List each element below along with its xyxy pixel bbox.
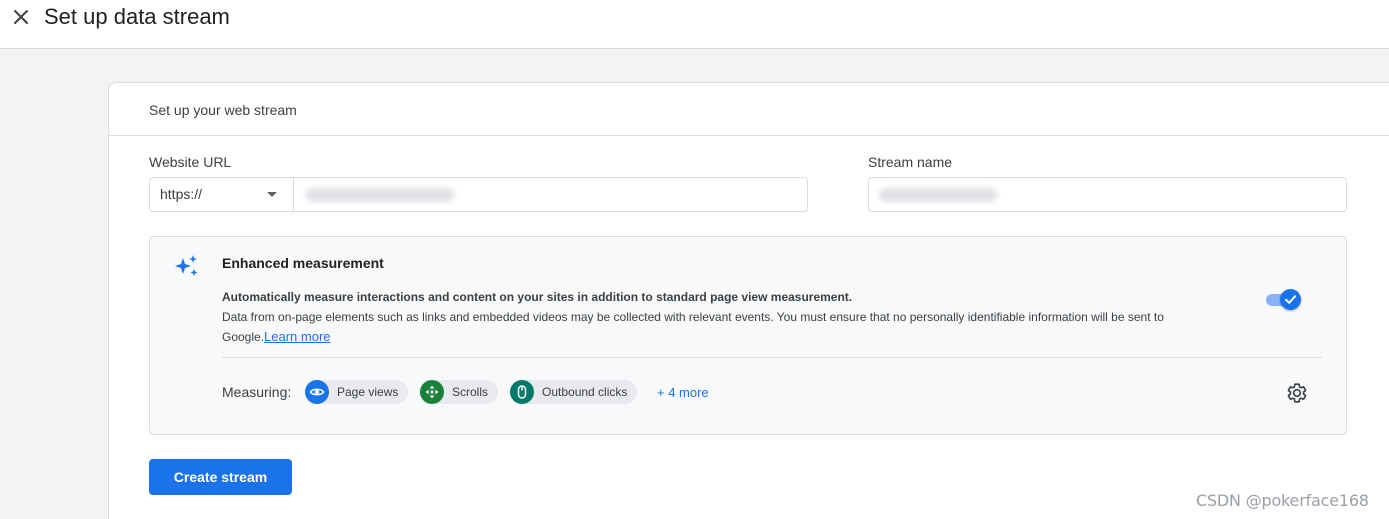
divider xyxy=(222,357,1322,358)
measuring-label: Measuring: xyxy=(222,384,292,400)
stream-name-input[interactable] xyxy=(868,177,1347,212)
learn-more-link[interactable]: Learn more xyxy=(264,329,330,344)
scroll-arrows-icon xyxy=(420,380,444,404)
top-bar: Set up data stream xyxy=(0,0,1389,49)
website-url-label: Website URL xyxy=(149,154,232,170)
redacted-url-value xyxy=(306,188,454,202)
enhanced-measurement-title: Enhanced measurement xyxy=(222,255,384,271)
enhanced-measurement-lead: Automatically measure interactions and c… xyxy=(222,290,853,304)
description-text: Data from on-page elements such as links… xyxy=(222,310,1164,344)
chip-label: Scrolls xyxy=(452,385,489,399)
checkmark-icon xyxy=(1285,295,1296,304)
stream-name-label: Stream name xyxy=(868,154,953,170)
redacted-stream-name-value xyxy=(879,188,997,202)
dropdown-arrow-icon xyxy=(267,192,277,197)
website-url-input[interactable] xyxy=(294,178,807,211)
sparkle-icon xyxy=(175,255,198,276)
toggle-thumb xyxy=(1280,289,1301,310)
gear-icon xyxy=(1287,383,1307,403)
eye-icon xyxy=(305,380,329,404)
chip-outbound-clicks[interactable]: Outbound clicks xyxy=(510,380,638,404)
chip-page-views[interactable]: Page views xyxy=(305,380,409,404)
card-header: Set up your web stream xyxy=(109,83,1389,136)
enhanced-measurement-description: Data from on-page elements such as links… xyxy=(222,308,1232,347)
close-icon xyxy=(14,10,28,24)
mouse-icon xyxy=(510,380,534,404)
enhanced-measurement-toggle[interactable] xyxy=(1266,289,1302,311)
more-measurements-link[interactable]: + 4 more xyxy=(657,385,709,400)
create-stream-button[interactable]: Create stream xyxy=(149,459,292,495)
watermark: CSDN @pokerface168 xyxy=(1196,491,1369,510)
web-stream-card: Set up your web stream Website URL https… xyxy=(108,82,1389,519)
chip-label: Page views xyxy=(337,385,399,399)
enhanced-measurement-panel: Enhanced measurement Automatically measu… xyxy=(149,236,1347,435)
protocol-value: https:// xyxy=(160,186,203,202)
settings-button[interactable] xyxy=(1285,381,1309,405)
page-title: Set up data stream xyxy=(44,4,230,29)
close-button[interactable] xyxy=(8,4,34,30)
protocol-select[interactable]: https:// xyxy=(150,178,294,211)
website-url-field: https:// xyxy=(149,177,808,212)
card-title: Set up your web stream xyxy=(149,102,297,118)
chip-scrolls[interactable]: Scrolls xyxy=(420,380,499,404)
chip-label: Outbound clicks xyxy=(542,385,628,399)
